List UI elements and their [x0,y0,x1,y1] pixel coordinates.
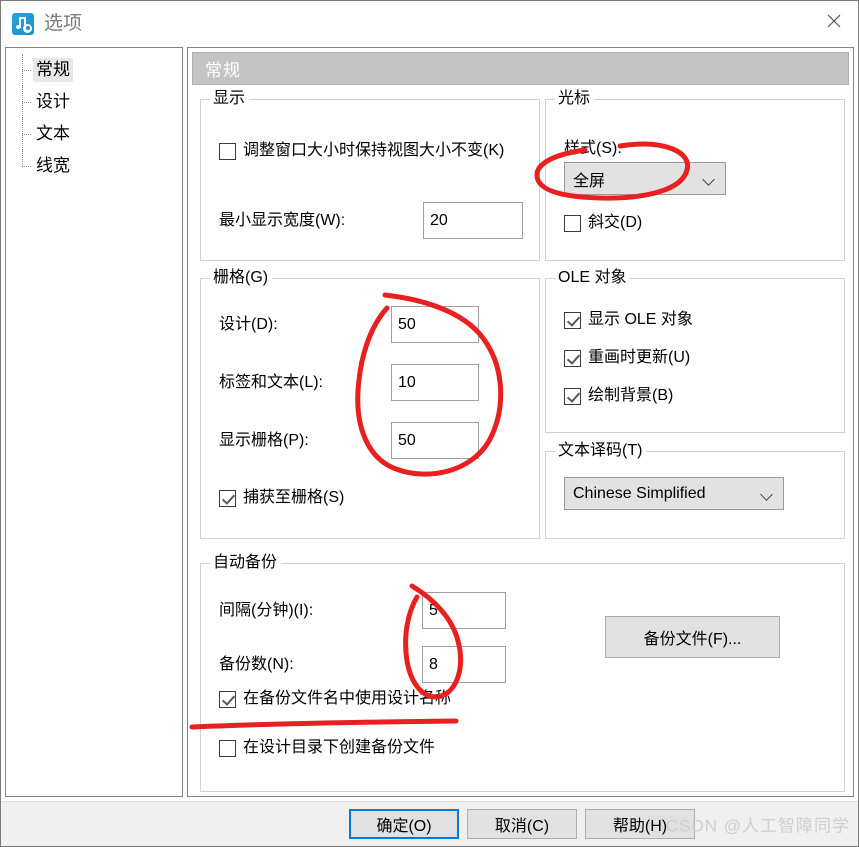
checkbox-box [219,143,236,160]
checkbox-keep-view-size[interactable]: 调整窗口大小时保持视图大小不变(K) [219,140,519,162]
panel-header-title: 常规 [205,61,241,80]
label-backup-count: 备份数(N): [219,656,294,673]
group-display-legend: 显示 [210,89,250,109]
watermark: CSDN @人工智障同学 [665,816,850,836]
label-grid-show: 显示栅格(P): [219,432,309,449]
checkbox-label: 捕获至栅格(S) [243,489,345,506]
checkbox-box [219,740,236,757]
label-grid-design: 设计(D): [219,316,278,333]
input-min-display-width[interactable]: 20 [423,202,523,239]
settings-panel: 常规 显示 调整窗口大小时保持视图大小不变(K) 最小显示宽度(W): 20 光… [187,47,854,797]
checkbox-label: 在设计目录下创建备份文件 [243,739,436,756]
group-text-encoding-legend: 文本译码(T) [555,441,647,461]
dialog-footer: 确定(O) 取消(C) 帮助(H) CSDN @人工智障同学 [1,801,858,846]
group-ole-legend: OLE 对象 [555,268,631,288]
group-ole-object: OLE 对象 显示 OLE 对象 重画时更新(U) 绘制背景(B) [545,268,845,433]
checkbox-snap-to-grid[interactable]: 捕获至栅格(S) [219,487,479,509]
checkbox-label: 重画时更新(U) [588,349,691,366]
group-cursor-legend: 光标 [555,89,595,109]
sidebar-item-text[interactable]: 文本 [6,118,182,150]
checkbox-box [564,388,581,405]
close-icon[interactable] [810,1,858,41]
chevron-down-icon [703,173,715,185]
input-grid-label-text[interactable]: 10 [391,364,479,401]
checkbox-oblique[interactable]: 斜交(D) [564,212,814,234]
category-tree: 常规 设计 文本 线宽 [5,47,183,797]
label-grid-label-text: 标签和文本(L): [219,374,324,391]
sidebar-item-general[interactable]: 常规 [6,54,182,86]
ok-button[interactable]: 确定(O) [349,809,459,839]
combobox-text-encoding[interactable]: Chinese Simplified [564,477,784,510]
checkbox-label: 斜交(D) [588,214,643,231]
window-title: 选项 [44,13,83,34]
options-dialog: 选项 常规 设计 文本 线宽 常规 显示 调整窗口大小时保持视图大小不变(K) … [0,0,859,847]
checkbox-box [219,691,236,708]
group-cursor: 光标 样式(S): 全屏 斜交(D) [545,89,845,261]
sidebar-item-label: 常规 [33,58,73,82]
dialog-body: 常规 设计 文本 线宽 常规 显示 调整窗口大小时保持视图大小不变(K) 最小显… [1,46,858,801]
group-text-encoding: 文本译码(T) Chinese Simplified [545,441,845,539]
panel-header: 常规 [192,52,849,85]
combobox-value: Chinese Simplified [573,484,706,502]
combobox-cursor-style[interactable]: 全屏 [564,162,726,195]
checkbox-update-on-redraw[interactable]: 重画时更新(U) [564,347,814,369]
group-auto-backup: 自动备份 间隔(分钟)(I): 5 备份数(N): 8 在备份文件名中使用设计名… [200,553,845,792]
checkbox-box [564,215,581,232]
title-bar: 选项 [1,1,858,46]
group-auto-backup-legend: 自动备份 [210,553,282,573]
panel-content: 显示 调整窗口大小时保持视图大小不变(K) 最小显示宽度(W): 20 光标 样… [188,85,853,796]
input-grid-show[interactable]: 50 [391,422,479,459]
checkbox-label: 显示 OLE 对象 [588,311,693,328]
sidebar-item-label: 文本 [36,124,70,143]
checkbox-box [219,490,236,507]
checkbox-use-design-name[interactable]: 在备份文件名中使用设计名称 [219,688,549,710]
checkbox-show-ole-object[interactable]: 显示 OLE 对象 [564,309,814,331]
combobox-value: 全屏 [573,172,606,190]
group-display: 显示 调整窗口大小时保持视图大小不变(K) 最小显示宽度(W): 20 [200,89,540,261]
input-backup-count[interactable]: 8 [422,646,506,683]
checkbox-draw-background[interactable]: 绘制背景(B) [564,385,814,407]
checkbox-label: 绘制背景(B) [588,387,674,404]
group-grid: 栅格(G) 设计(D): 50 标签和文本(L): 10 显示栅格(P): 50… [200,268,540,539]
sidebar-item-label: 线宽 [36,156,70,175]
label-cursor-style: 样式(S): [564,140,622,157]
checkbox-label: 在备份文件名中使用设计名称 [243,690,452,707]
backup-files-button[interactable]: 备份文件(F)... [605,616,780,658]
label-min-display-width: 最小显示宽度(W): [219,212,346,229]
checkbox-box [564,350,581,367]
sidebar-item-design[interactable]: 设计 [6,86,182,118]
checkbox-create-in-design-dir[interactable]: 在设计目录下创建备份文件 [219,737,549,759]
sidebar-item-label: 设计 [36,92,70,111]
chevron-down-icon [761,488,773,500]
cancel-button[interactable]: 取消(C) [467,809,577,839]
checkbox-box [564,312,581,329]
label-backup-interval: 间隔(分钟)(I): [219,602,314,619]
group-grid-legend: 栅格(G) [210,268,273,288]
sidebar-item-linewidth[interactable]: 线宽 [6,150,182,182]
checkbox-label: 调整窗口大小时保持视图大小不变(K) [243,142,505,159]
input-backup-interval[interactable]: 5 [422,592,506,629]
input-grid-design[interactable]: 50 [391,306,479,343]
music-app-icon [12,12,34,35]
